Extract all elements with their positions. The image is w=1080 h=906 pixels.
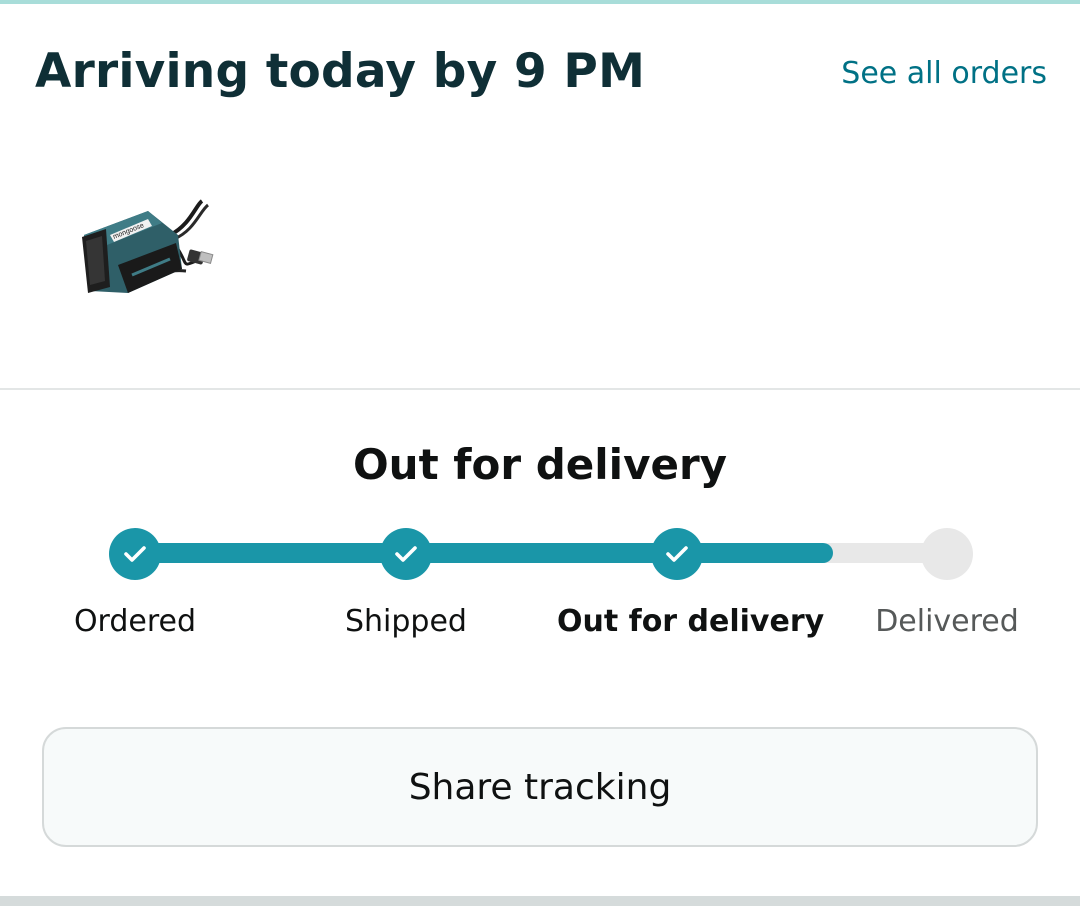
section-divider xyxy=(0,388,1080,390)
progress-fill xyxy=(135,543,833,563)
step-label-ordered: Ordered xyxy=(73,604,197,639)
arrival-title: Arriving today by 9 PM xyxy=(35,44,646,99)
see-all-orders-link[interactable]: See all orders xyxy=(841,56,1047,91)
step-shipped-check-icon xyxy=(380,528,432,580)
product-image[interactable]: mongoose xyxy=(78,195,220,307)
order-tracking-card: Arriving today by 9 PM See all orders mo… xyxy=(0,0,1080,906)
step-delivered-pending-icon xyxy=(921,528,973,580)
progress-track xyxy=(135,543,947,563)
step-label-delivered: Delivered xyxy=(875,604,1019,639)
step-label-out-for-delivery: Out for delivery xyxy=(557,604,825,639)
top-accent-bar xyxy=(0,0,1080,4)
step-ordered-check-icon xyxy=(109,528,161,580)
delivery-status-title: Out for delivery xyxy=(352,440,728,489)
share-tracking-button[interactable]: Share tracking xyxy=(42,727,1038,847)
bottom-divider xyxy=(0,896,1080,906)
step-label-shipped: Shipped xyxy=(345,604,467,639)
step-out-for-delivery-check-icon xyxy=(651,528,703,580)
